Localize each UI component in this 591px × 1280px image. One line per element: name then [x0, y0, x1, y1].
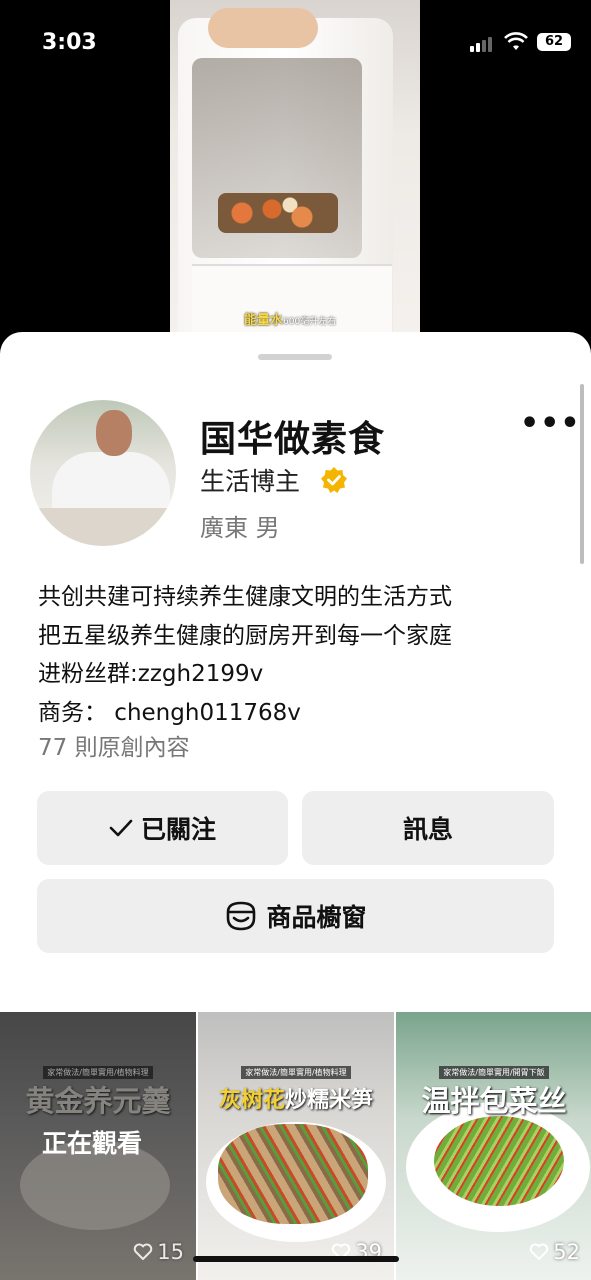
- status-time: 3:03: [42, 30, 97, 55]
- avatar-head: [96, 410, 132, 456]
- likes-count: 15: [157, 1240, 184, 1264]
- avatar-table: [30, 508, 176, 546]
- checkmark-icon: [109, 819, 133, 837]
- shop-window-button[interactable]: 商品櫥窗: [37, 879, 554, 953]
- bio-line: 把五星级养生健康的厨房开到每一个家庭: [38, 622, 452, 649]
- title-highlight: 灰树花: [218, 1087, 285, 1113]
- tile-tag: 家常做法/簡單實用/植物料理: [198, 1060, 394, 1079]
- following-button[interactable]: 已關注: [37, 791, 288, 865]
- bio-line: 商务： chengh011768v: [38, 699, 301, 726]
- profile-location: 廣東 男: [200, 514, 280, 542]
- message-label: 訊息: [402, 815, 453, 844]
- shop-icon: [227, 901, 256, 931]
- verified-badge-icon: [321, 467, 347, 493]
- more-options-icon[interactable]: •••: [520, 409, 580, 446]
- title-rest: 炒糯米笋: [285, 1087, 374, 1113]
- scrollbar[interactable]: [580, 384, 584, 564]
- message-button[interactable]: 訊息: [302, 791, 554, 865]
- home-indicator[interactable]: [193, 1256, 399, 1262]
- vegetables: [218, 193, 338, 233]
- tile-likes: 15: [133, 1240, 184, 1264]
- now-watching-label: 正在觀看: [42, 1129, 143, 1158]
- profile-name: 国华做素食: [200, 419, 386, 460]
- battery-icon: 62: [537, 33, 571, 51]
- avatar[interactable]: [30, 400, 176, 546]
- status-bar: 3:03 62: [0, 0, 591, 80]
- sheet-grabber[interactable]: [258, 354, 332, 360]
- video-tile[interactable]: 家常做法/簡單實用/開胃下飯 温拌包菜丝 52: [396, 1012, 591, 1280]
- tile-food: [218, 1124, 368, 1224]
- tile-likes: 52: [529, 1240, 580, 1264]
- profile-role: 生活博主: [200, 467, 301, 496]
- video-subtitle: 能量水600毫升左右: [244, 309, 336, 328]
- signal-icon: [470, 36, 494, 52]
- bio-line: 共创共建可持续养生健康文明的生活方式: [38, 584, 452, 610]
- tile-tag: 家常做法/簡單實用/開胃下飯: [396, 1060, 591, 1079]
- bio-line: 进粉丝群:zzgh2199v: [38, 661, 264, 687]
- heart-icon: [530, 1243, 549, 1260]
- profile-bio: 共创共建可持续养生健康文明的生活方式 把五星级养生健康的厨房开到每一个家庭 进粉…: [38, 578, 568, 732]
- video-tile[interactable]: 家常做法/簡單實用/植物料理 黄金养元羹 正在觀看 15: [0, 1012, 196, 1280]
- shop-label: 商品櫥窗: [266, 903, 367, 932]
- video-tile[interactable]: 家常做法/簡單實用/植物料理 灰树花炒糯米笋 39: [198, 1012, 394, 1280]
- profile-sheet: 国华做素食 ••• 生活博主 廣東 男 共创共建可持续养生健康文明的生活方式 把…: [0, 332, 591, 1280]
- heart-icon: [134, 1243, 153, 1260]
- likes-count: 52: [553, 1240, 580, 1264]
- tile-food: [434, 1116, 564, 1206]
- tile-title: 温拌包菜丝: [421, 1084, 567, 1118]
- video-grid: 家常做法/簡單實用/植物料理 黄金养元羹 正在觀看 15 家常做法/簡單實用/植…: [0, 1012, 591, 1280]
- content-count: 77 則原創內容: [38, 735, 190, 761]
- following-label: 已關注: [140, 815, 216, 844]
- tile-title: 灰树花炒糯米笋: [198, 1082, 394, 1114]
- wifi-icon: [504, 32, 528, 50]
- subtitle-small: 600毫升左右: [283, 317, 337, 327]
- subtitle-main: 能量水: [244, 313, 284, 328]
